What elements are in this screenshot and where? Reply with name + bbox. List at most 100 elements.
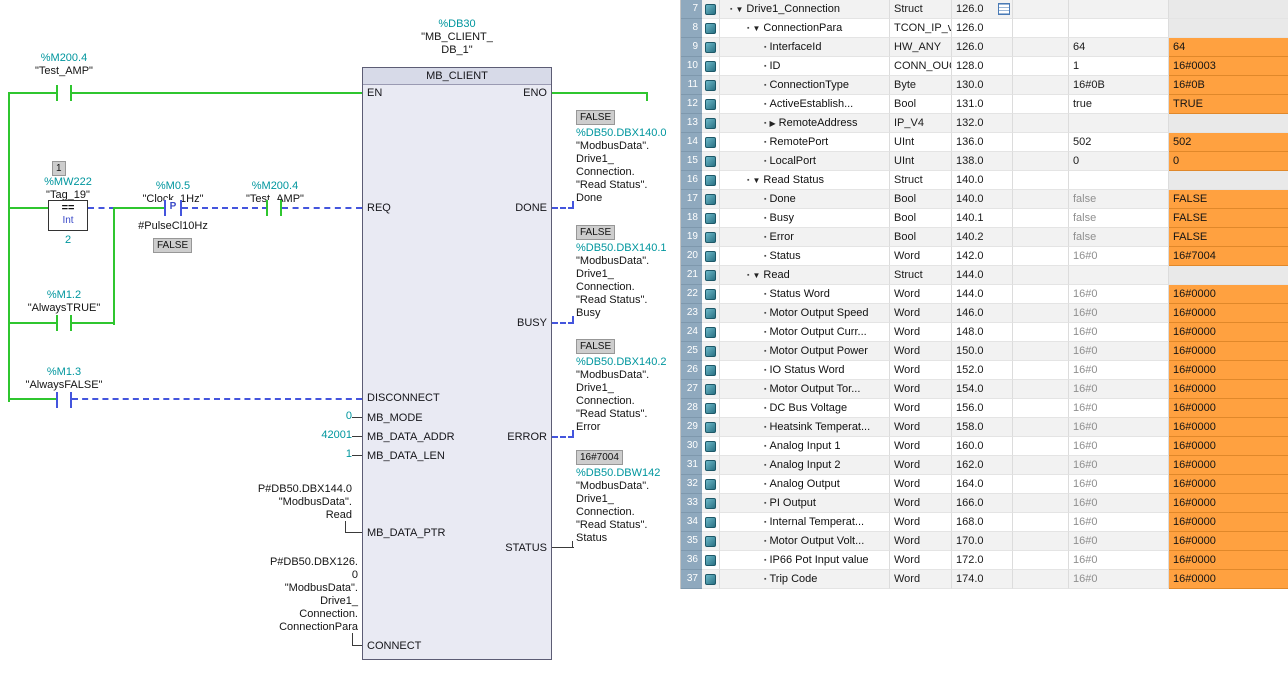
pin-eno[interactable]: ENO — [523, 87, 547, 100]
row-datatype[interactable]: UInt — [890, 133, 952, 152]
compare-address[interactable]: %MW222 — [28, 176, 108, 189]
row-number[interactable]: 22 — [681, 285, 702, 304]
table-row[interactable]: 8 ▪ ▼ ConnectionPara TCON_IP_v4 126.0 — [681, 19, 1288, 38]
table-row[interactable]: 32 ▪ Analog Output Word 164.0 16#0 16#00… — [681, 475, 1288, 494]
row-start-value[interactable]: 16#0 — [1069, 437, 1169, 456]
row-number[interactable]: 29 — [681, 418, 702, 437]
contact-always-true[interactable] — [56, 315, 72, 331]
row-start-value[interactable]: 1 — [1069, 57, 1169, 76]
row-datatype[interactable]: Word — [890, 475, 952, 494]
compare-block[interactable]: == Int — [48, 200, 88, 231]
row-name-cell[interactable]: ▪ ▼ Read — [720, 266, 890, 285]
row-start-value[interactable]: 16#0 — [1069, 285, 1169, 304]
row-name-cell[interactable]: ▪ ConnectionType — [720, 76, 890, 95]
row-name-cell[interactable]: ▪ Trip Code — [720, 570, 890, 589]
compare-datatype[interactable]: Int — [49, 215, 87, 227]
row-start-value[interactable]: false — [1069, 209, 1169, 228]
row-number[interactable]: 33 — [681, 494, 702, 513]
row-name-cell[interactable]: ▪ Motor Output Power — [720, 342, 890, 361]
contact-always-false[interactable] — [56, 392, 72, 408]
row-start-value[interactable]: 16#0 — [1069, 456, 1169, 475]
mb-client-block[interactable]: MB_CLIENT EN REQ DISCONNECT MB_MODE MB_D… — [362, 67, 552, 660]
row-number[interactable]: 34 — [681, 513, 702, 532]
row-start-value[interactable] — [1069, 266, 1169, 285]
row-datatype[interactable]: Word — [890, 418, 952, 437]
contact-test-amp2-address[interactable]: %M200.4 — [233, 180, 317, 193]
row-start-value[interactable]: 16#0 — [1069, 532, 1169, 551]
row-datatype[interactable]: Struct — [890, 0, 952, 19]
row-name-cell[interactable]: ▪ LocalPort — [720, 152, 890, 171]
p-edge-operand[interactable]: #PulseCl10Hz — [131, 220, 215, 233]
row-number[interactable]: 18 — [681, 209, 702, 228]
row-number[interactable]: 16 — [681, 171, 702, 190]
row-datatype[interactable]: Word — [890, 323, 952, 342]
row-number[interactable]: 27 — [681, 380, 702, 399]
table-row[interactable]: 31 ▪ Analog Input 2 Word 162.0 16#0 16#0… — [681, 456, 1288, 475]
operand-mb-data-len[interactable]: 1 — [252, 448, 352, 461]
row-number[interactable]: 13 — [681, 114, 702, 133]
row-datatype[interactable]: Bool — [890, 95, 952, 114]
row-number[interactable]: 9 — [681, 38, 702, 57]
row-datatype[interactable]: Word — [890, 570, 952, 589]
row-name-cell[interactable]: ▪ Busy — [720, 209, 890, 228]
pin-done[interactable]: DONE — [515, 202, 547, 215]
expand-icon[interactable]: ▶ — [769, 119, 775, 128]
row-start-value[interactable]: 16#0 — [1069, 399, 1169, 418]
expand-icon[interactable]: ▼ — [752, 24, 760, 33]
table-row[interactable]: 27 ▪ Motor Output Tor... Word 154.0 16#0… — [681, 380, 1288, 399]
row-start-value[interactable]: 0 — [1069, 152, 1169, 171]
table-row[interactable]: 26 ▪ IO Status Word Word 152.0 16#0 16#0… — [681, 361, 1288, 380]
pin-mb-data-len[interactable]: MB_DATA_LEN — [367, 450, 445, 463]
contact-alwaysfalse-address[interactable]: %M1.3 — [22, 366, 106, 379]
table-row[interactable]: 37 ▪ Trip Code Word 174.0 16#0 16#0000 — [681, 570, 1288, 589]
table-row[interactable]: 30 ▪ Analog Input 1 Word 160.0 16#0 16#0… — [681, 437, 1288, 456]
pin-en[interactable]: EN — [367, 87, 382, 100]
row-start-value[interactable]: 16#0 — [1069, 475, 1169, 494]
table-row[interactable]: 18 ▪ Busy Bool 140.1 false FALSE — [681, 209, 1288, 228]
row-datatype[interactable]: Word — [890, 437, 952, 456]
row-number[interactable]: 15 — [681, 152, 702, 171]
contact-test-amp-1[interactable] — [56, 85, 72, 101]
table-row[interactable]: 21 ▪ ▼ Read Struct 144.0 — [681, 266, 1288, 285]
row-number[interactable]: 30 — [681, 437, 702, 456]
row-name-cell[interactable]: ▪ IO Status Word — [720, 361, 890, 380]
row-number[interactable]: 20 — [681, 247, 702, 266]
detail-view-icon[interactable] — [998, 3, 1010, 15]
row-number[interactable]: 26 — [681, 361, 702, 380]
error-address[interactable]: %DB50.DBX140.2 — [576, 356, 667, 369]
row-name-cell[interactable]: ▪ Analog Output — [720, 475, 890, 494]
row-datatype[interactable]: UInt — [890, 152, 952, 171]
table-row[interactable]: 17 ▪ Done Bool 140.0 false FALSE — [681, 190, 1288, 209]
pin-connect[interactable]: CONNECT — [367, 640, 421, 653]
expand-icon[interactable]: ▼ — [735, 5, 743, 14]
row-start-value[interactable]: 16#0 — [1069, 551, 1169, 570]
row-datatype[interactable]: Word — [890, 532, 952, 551]
row-datatype[interactable]: Word — [890, 304, 952, 323]
row-start-value[interactable]: 16#0 — [1069, 494, 1169, 513]
table-row[interactable]: 19 ▪ Error Bool 140.2 false FALSE — [681, 228, 1288, 247]
busy-address[interactable]: %DB50.DBX140.1 — [576, 242, 667, 255]
row-name-cell[interactable]: ▪ Motor Output Volt... — [720, 532, 890, 551]
row-datatype[interactable]: CONN_OUC — [890, 57, 952, 76]
table-row[interactable]: 23 ▪ Motor Output Speed Word 146.0 16#0 … — [681, 304, 1288, 323]
table-row[interactable]: 16 ▪ ▼ Read Status Struct 140.0 — [681, 171, 1288, 190]
row-name-cell[interactable]: ▪ ▼ ConnectionPara — [720, 19, 890, 38]
row-number[interactable]: 31 — [681, 456, 702, 475]
row-name-cell[interactable]: ▪ Motor Output Curr... — [720, 323, 890, 342]
row-number[interactable]: 17 — [681, 190, 702, 209]
row-name-cell[interactable]: ▪ RemotePort — [720, 133, 890, 152]
row-datatype[interactable]: Byte — [890, 76, 952, 95]
table-row[interactable]: 9 ▪ InterfaceId HW_ANY 126.0 64 64 — [681, 38, 1288, 57]
row-start-value[interactable]: false — [1069, 190, 1169, 209]
pin-error[interactable]: ERROR — [507, 431, 547, 444]
row-name-cell[interactable]: ▪ Done — [720, 190, 890, 209]
row-number[interactable]: 25 — [681, 342, 702, 361]
compare-value[interactable]: 2 — [48, 234, 88, 247]
row-name-cell[interactable]: ▪ ▼ Drive1_Connection — [720, 0, 890, 19]
done-address[interactable]: %DB50.DBX140.0 — [576, 127, 667, 140]
row-start-value[interactable]: 16#0 — [1069, 570, 1169, 589]
row-start-value[interactable]: 16#0 — [1069, 323, 1169, 342]
pin-req[interactable]: REQ — [367, 202, 391, 215]
row-datatype[interactable]: IP_V4 — [890, 114, 952, 133]
pin-status[interactable]: STATUS — [505, 542, 547, 555]
